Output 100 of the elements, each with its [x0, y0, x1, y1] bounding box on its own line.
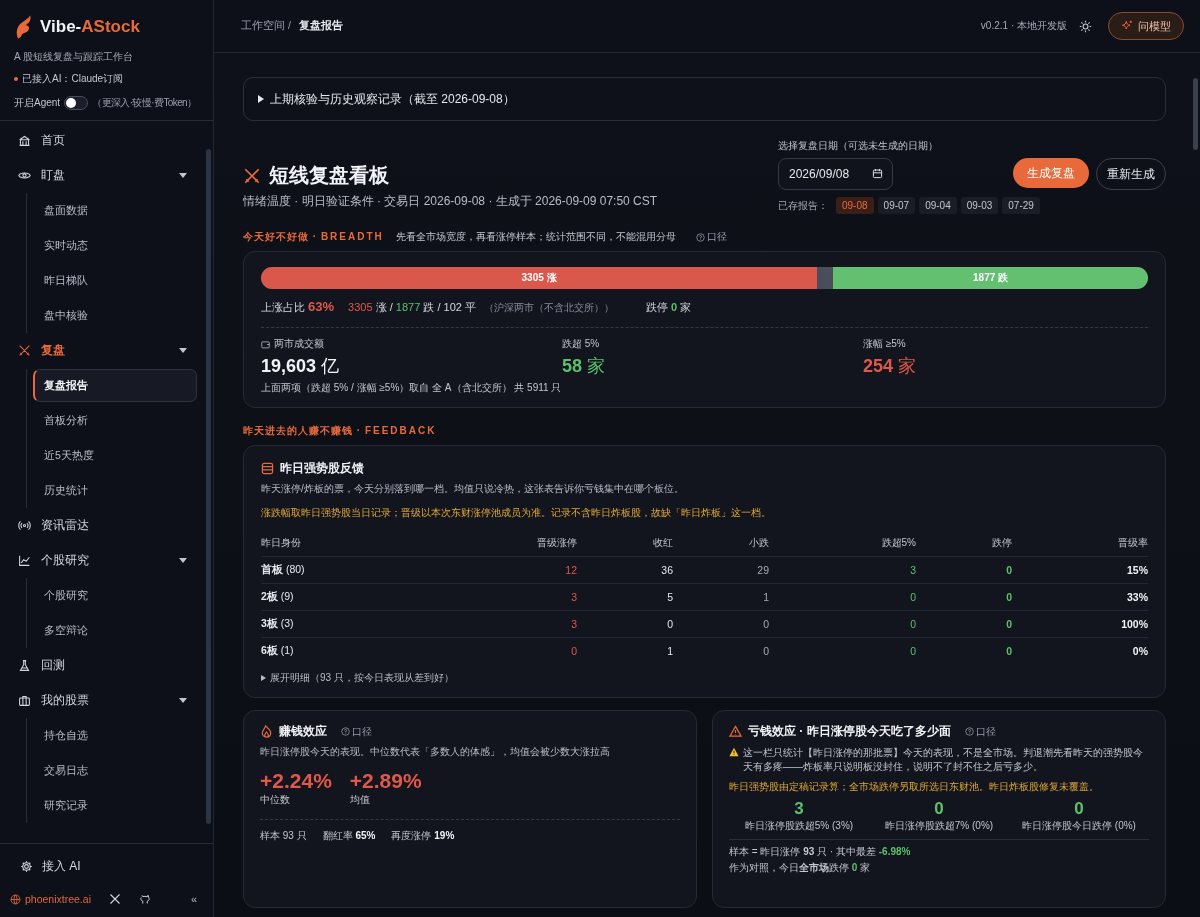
nav-subitem[interactable]: 近5天热度 [35, 438, 197, 473]
nav-subitem[interactable]: 持仓自选 [35, 718, 197, 753]
metric-label: 昨日涨停股跌超7% (0%) [883, 818, 995, 833]
column-header: 跌超5% [880, 536, 916, 550]
caret-icon [258, 95, 264, 103]
footnote: 上面两项（跌超 5% / 涨幅 ≥5%）取自 全 A（含北交所） 共 5911 只 [261, 381, 563, 395]
nav-subitem[interactable]: 盘面数据 [35, 193, 197, 228]
agent-hint: （更深入·较慢·费Token） [92, 96, 197, 110]
scope-note: （沪深两市（不含北交所）） [483, 301, 614, 315]
sun-icon[interactable] [1079, 19, 1092, 33]
breadcrumb-link[interactable]: 工作空间 / [241, 19, 291, 33]
stat-label: 涨幅 ≥5% [863, 337, 906, 351]
date-field[interactable]: 2026/09/08 [778, 158, 893, 190]
version-label: v0.2.1 · 本地开发版 [980, 19, 1067, 33]
caret-icon[interactable] [179, 348, 187, 353]
table-cell-text: 3 [570, 591, 577, 603]
caret-icon[interactable] [179, 558, 187, 563]
nav-subitem[interactable]: 复盘报告 [33, 369, 197, 402]
caret-icon[interactable] [179, 698, 187, 703]
nav-subitem[interactable]: 盘中核验 [35, 298, 197, 333]
nav-item[interactable]: 复盘 [18, 333, 197, 368]
table-cell-text: 1 [762, 591, 769, 603]
table-cell-text: 2板 (9) [261, 590, 295, 604]
saved-report-chip[interactable]: 09-07 [877, 197, 916, 214]
saved-report-chip[interactable]: 07-29 [1002, 197, 1040, 214]
data-warning: 昨日强势股由定稿记录算；全市场跌停另取所选日东财池。昨日炸板股修复未覆盖。 [729, 780, 1100, 794]
limit-down-count: 跌停 0 家 [645, 300, 692, 315]
table-cell-text: 0 [909, 591, 916, 603]
table-cell-text: 0 [909, 645, 916, 657]
scrollbar[interactable] [1193, 78, 1198, 150]
column-header: 昨日身份 [261, 536, 302, 550]
data-warning: 涨跌幅取昨日强势股当日记录；晋级以本次东财涨停池成员为准。记录不含昨日炸板股，故缺「昨日炸板」这一档。 [261, 506, 772, 520]
nav-item[interactable]: 资讯雷达 [18, 508, 197, 543]
collapse-button[interactable]: « [190, 893, 197, 905]
table-cell-text: 0 [570, 645, 577, 657]
brand-name: Vibe-AStock [40, 17, 140, 37]
table-cell-text: 3板 (3) [261, 617, 295, 631]
warning-icon [729, 725, 742, 738]
caret-icon[interactable] [179, 173, 187, 178]
nav-item[interactable]: 个股研究 [18, 543, 197, 578]
table-cell-text: 0 [1005, 618, 1012, 630]
crossed-swords-icon [243, 166, 261, 185]
gear-icon [20, 860, 33, 873]
metric-label: 均值 [349, 793, 371, 807]
nav-subitem[interactable]: 实时动态 [35, 228, 197, 263]
history-toggle[interactable]: 上期核验与历史观察记录（截至 2026-09-08） [243, 77, 1166, 121]
agent-toggle[interactable] [64, 96, 89, 110]
nav-item[interactable]: 我的股票 [18, 683, 197, 718]
scope-link[interactable]: 口径 [964, 724, 996, 739]
table-cell-text: 6板 (1) [261, 644, 295, 658]
table-cell-text: 0 [762, 645, 769, 657]
expand-details-toggle[interactable]: 展开明细（93 只，按今日表现从差到好） [261, 671, 1148, 685]
nav-subitem[interactable]: 多空辩论 [35, 613, 197, 648]
nav-subitem[interactable]: 昨日梯队 [35, 263, 197, 298]
line-chart-icon [18, 554, 31, 567]
metric-label: 昨日涨停股今日跌停 (0%) [1021, 818, 1137, 833]
up-ratio: 上涨占比 63% [261, 299, 335, 315]
calendar-icon[interactable] [872, 168, 883, 179]
status-dot-icon [14, 77, 18, 81]
nav-item[interactable]: 回测 [18, 648, 197, 683]
saved-report-chip[interactable]: 09-04 [919, 197, 957, 214]
connect-ai-button[interactable]: 接入 AI [10, 858, 197, 875]
section-title: 昨天进去的人赚不赚钱 · FEEDBACK [243, 424, 437, 438]
x-logo-icon[interactable] [108, 893, 121, 905]
saved-report-chip[interactable]: 09-03 [960, 197, 999, 214]
scope-link[interactable]: 口径 [341, 724, 372, 739]
nav-item[interactable]: 盯盘 [18, 158, 197, 193]
nav-subitem[interactable]: 历史统计 [35, 473, 197, 508]
nav-subitem[interactable]: 研究记录 [35, 788, 197, 823]
stat-value: 19,603 亿 [261, 355, 341, 378]
card-title: 赚钱效应 [279, 723, 327, 740]
table-cell-text: 0 [1005, 591, 1012, 603]
nav-subitem[interactable]: 个股研究 [35, 578, 197, 613]
saved-label: 已存报告： [778, 198, 828, 213]
metric-value: 0 [1073, 800, 1085, 819]
nav-subitem[interactable]: 交易日志 [35, 753, 197, 788]
warning-icon [729, 747, 739, 757]
table-cell-text: 29 [756, 564, 769, 576]
page-title: 短线复盘看板 [269, 163, 389, 188]
website-link[interactable]: phoenixtree.ai [10, 893, 91, 905]
table-cell-text: 0 [1005, 564, 1012, 576]
rising-segment: 3305 涨 [261, 267, 818, 289]
saved-report-chip[interactable]: 09-08 [836, 197, 874, 214]
table-cell-text: 12 [564, 564, 577, 576]
scope-link[interactable]: 口径 [695, 230, 727, 244]
nav-item[interactable]: 首页 [18, 123, 197, 158]
agent-label: 开启Agent [14, 96, 61, 110]
sparkle-icon [1121, 20, 1133, 32]
nav-subitem[interactable]: 首板分析 [35, 403, 197, 438]
stat-value: 58 家 [562, 355, 607, 378]
breadcrumb-current: 复盘报告 [298, 19, 343, 33]
help-icon [695, 232, 705, 242]
flame-logo-icon [14, 14, 32, 40]
ask-model-button[interactable]: 问模型 [1108, 12, 1184, 40]
column-header: 收红 [652, 536, 673, 550]
scrollbar[interactable] [206, 149, 211, 824]
table-cell-text: 36 [660, 564, 673, 576]
crossed-swords-icon [18, 344, 31, 357]
card-description: 昨天涨停/炸板的票，今天分别落到哪一档。均值只说冷热，这张表告诉你亏钱集中在哪个板位。 [261, 482, 685, 496]
table-cell-text: 100% [1120, 618, 1148, 630]
